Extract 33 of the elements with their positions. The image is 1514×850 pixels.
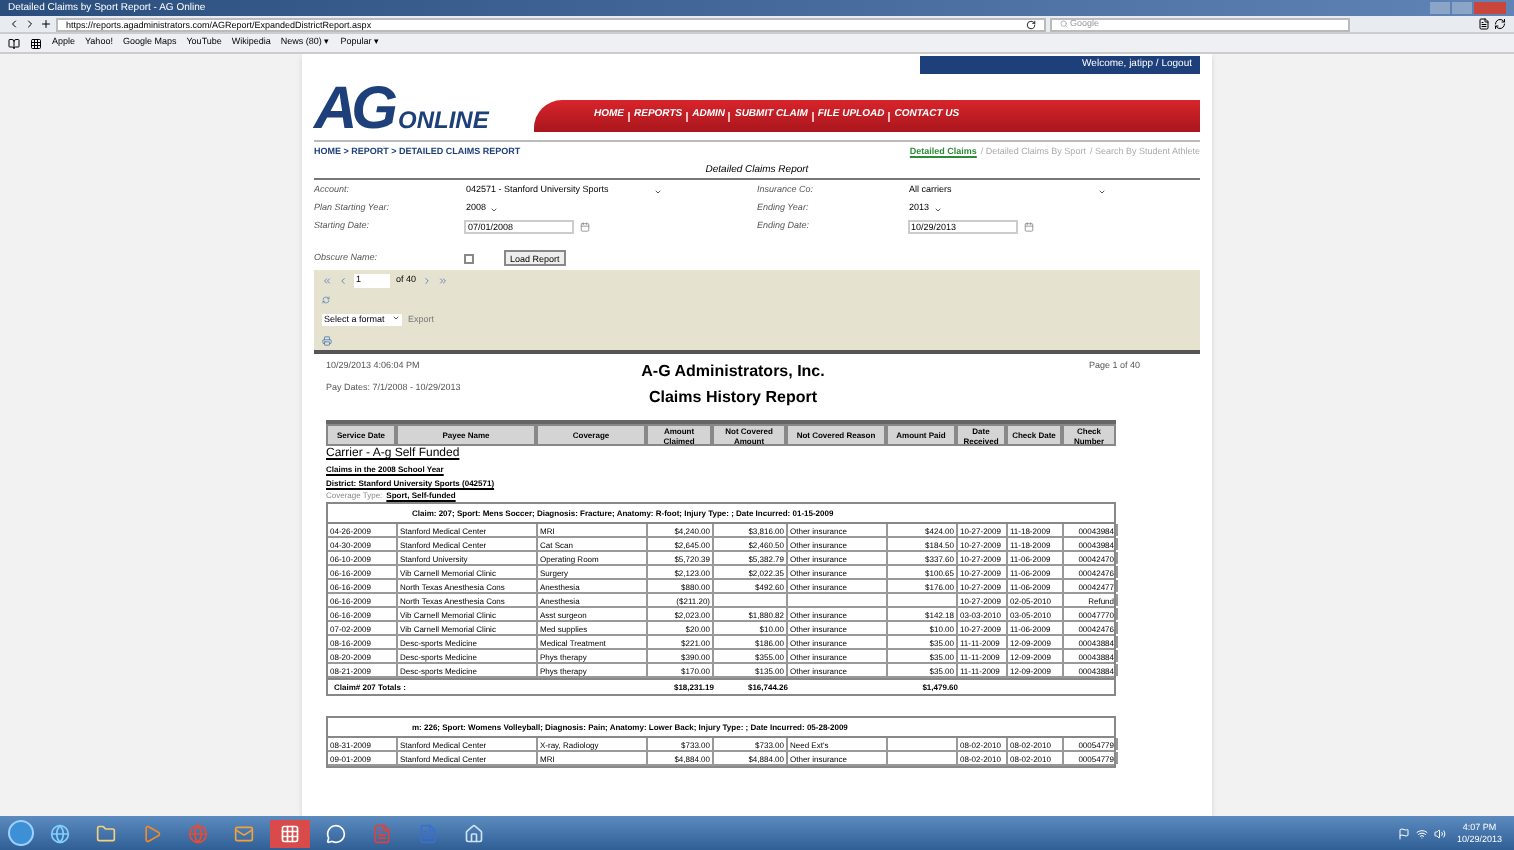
- grid-icon: [280, 823, 300, 843]
- company-name: A-G Administrators, Inc.: [641, 360, 825, 384]
- word-document-icon: [418, 823, 438, 843]
- mail-icon: [234, 823, 254, 843]
- volume-icon[interactable]: [1434, 827, 1447, 839]
- add-icon[interactable]: [40, 18, 52, 30]
- network-icon[interactable]: [1416, 827, 1429, 839]
- grid-icon[interactable]: [30, 37, 42, 49]
- house-icon: [464, 823, 484, 843]
- browser-icon: [50, 823, 70, 843]
- book-icon[interactable]: [8, 37, 20, 49]
- search-icon: [1060, 20, 1068, 28]
- globe-icon: [188, 823, 208, 843]
- folder-icon: [96, 823, 116, 843]
- previous-page-icon[interactable]: [338, 276, 348, 287]
- document-icon: [372, 823, 392, 843]
- page-icon[interactable]: [1478, 18, 1490, 30]
- logo: AG ONLINE: [314, 80, 492, 140]
- calendar-icon[interactable]: [1023, 222, 1033, 232]
- checkbox[interactable]: [464, 253, 474, 263]
- reload-icon[interactable]: [1026, 19, 1036, 29]
- start-button[interactable]: [8, 820, 34, 846]
- calendar-icon[interactable]: [580, 222, 590, 232]
- play-icon: [142, 823, 162, 843]
- print-icon[interactable]: [322, 335, 332, 346]
- taskbar-app[interactable]: [270, 819, 310, 847]
- refresh-icon[interactable]: [322, 296, 330, 305]
- forward-icon[interactable]: [24, 18, 36, 30]
- flag-icon[interactable]: [1398, 827, 1411, 839]
- next-page-icon[interactable]: [422, 276, 433, 287]
- back-icon[interactable]: [8, 18, 20, 30]
- report-title: Claims History Report: [648, 386, 818, 410]
- chat-icon: [326, 823, 346, 843]
